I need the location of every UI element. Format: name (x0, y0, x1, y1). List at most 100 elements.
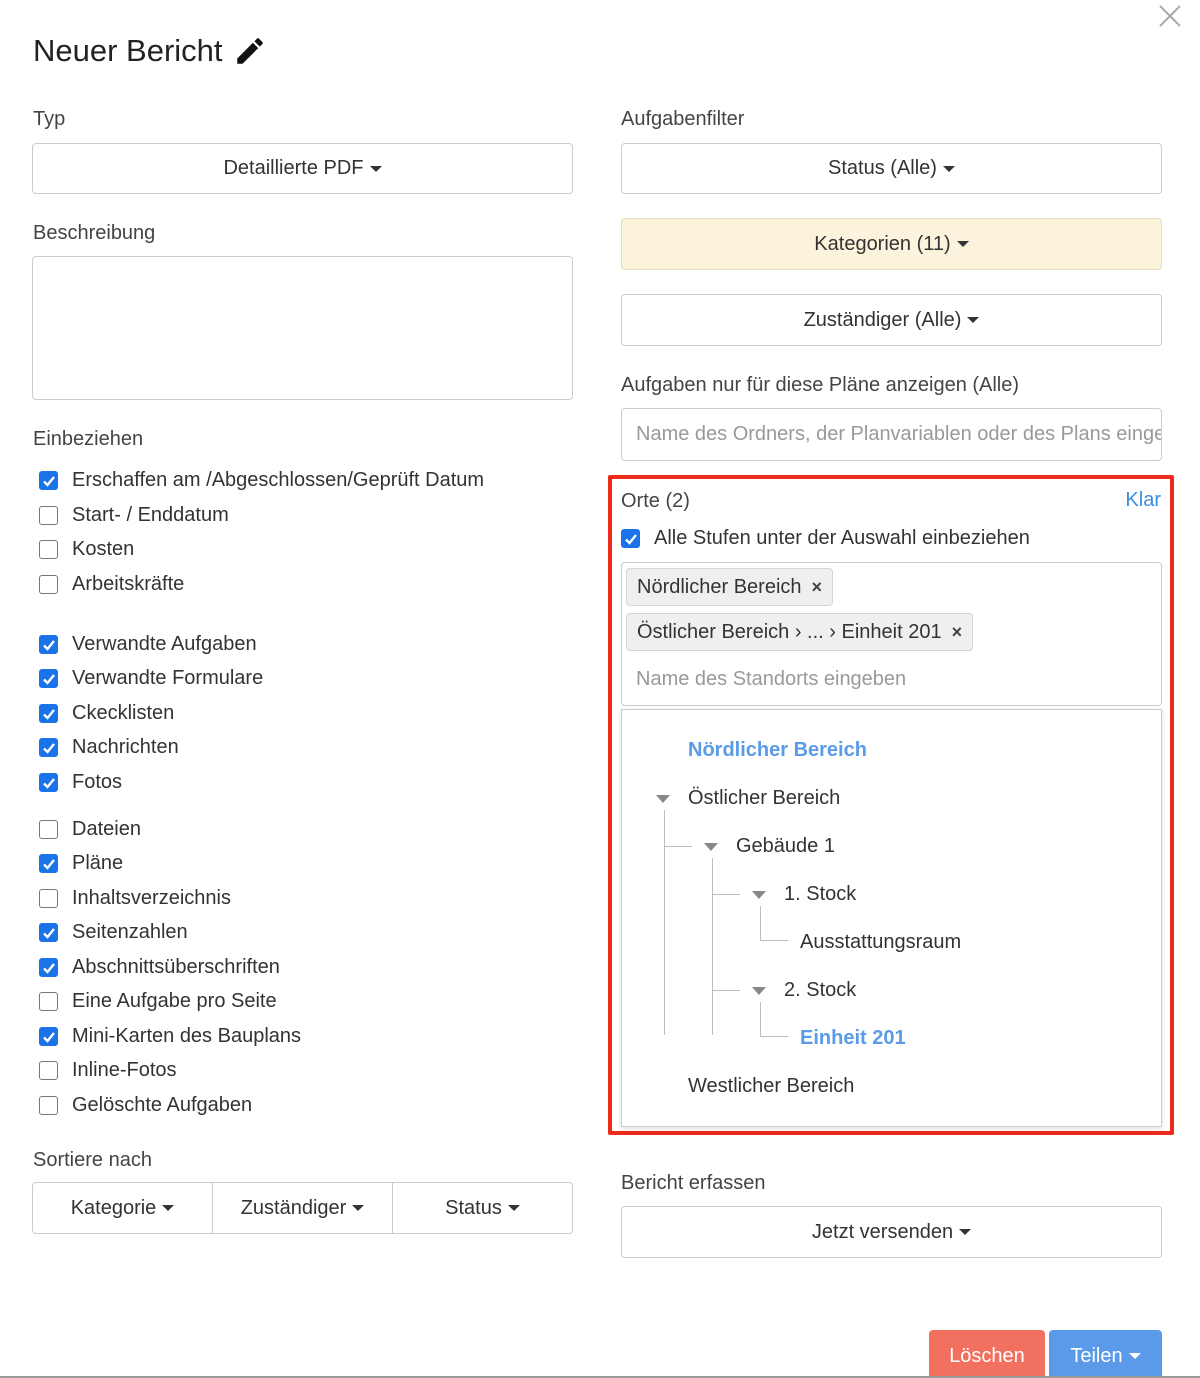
delete-button[interactable]: Löschen (929, 1330, 1045, 1378)
typ-dropdown[interactable]: Detaillierte PDF (32, 143, 573, 194)
checkbox-checked-icon[interactable] (39, 738, 58, 757)
expand-triangle-icon[interactable] (752, 987, 766, 995)
option-geloeschte-aufgaben[interactable]: Gelöschte Aufgaben (39, 1094, 252, 1117)
klar-link[interactable]: Klar (1125, 489, 1161, 512)
checkbox-unchecked-icon[interactable] (39, 506, 58, 525)
jetzt-versenden-label: Jetzt versenden (811, 1220, 954, 1243)
checkbox-checked-icon[interactable] (39, 923, 58, 942)
option-label: Eine Aufgabe pro Seite (72, 990, 277, 1012)
standort-search-placeholder[interactable]: Name des Standorts eingeben (636, 668, 906, 691)
option-erschaffen-datum[interactable]: Erschaffen am /Abgeschlossen/Geprüft Dat… (39, 469, 484, 492)
option-label: Gelöschte Aufgaben (72, 1094, 253, 1116)
checkbox-checked-icon[interactable] (39, 773, 58, 792)
option-kosten[interactable]: Kosten (39, 538, 134, 561)
remove-tag-icon[interactable]: × (812, 577, 823, 598)
option-label: Abschnittsüberschriften (72, 956, 280, 978)
sortiere-label: Sortiere nach (33, 1149, 152, 1171)
expand-triangle-icon[interactable] (704, 843, 718, 851)
sort-kategorie-button[interactable]: Kategorie (33, 1183, 213, 1233)
option-checklisten[interactable]: Ckecklisten (39, 702, 174, 725)
checkbox-checked-icon[interactable] (39, 471, 58, 490)
checkbox-checked-icon[interactable] (39, 669, 58, 688)
tree-connector (664, 810, 665, 1035)
beschreibung-label: Beschreibung (33, 222, 156, 244)
beschreibung-textarea[interactable] (32, 256, 573, 400)
caret-down-icon (507, 1205, 520, 1211)
tree-node-einheit-201[interactable]: Einheit 201 (800, 1027, 906, 1050)
option-label: Arbeitskräfte (72, 573, 185, 595)
tree-node-noerdlicher-bereich[interactable]: Nördlicher Bereich (688, 739, 867, 762)
checkbox-unchecked-icon[interactable] (39, 575, 58, 594)
plaene-search-input[interactable]: Name des Ordners, der Planvariablen oder… (621, 408, 1162, 461)
tree-connector (760, 1036, 788, 1037)
option-label: Inhaltsverzeichnis (72, 887, 231, 909)
option-eine-aufgabe-pro-seite[interactable]: Eine Aufgabe pro Seite (39, 990, 277, 1013)
share-button-label: Teilen (1070, 1344, 1123, 1367)
jetzt-versenden-button[interactable]: Jetzt versenden (621, 1206, 1162, 1258)
option-plaene[interactable]: Pläne (39, 852, 123, 875)
sort-zustaendiger-button[interactable]: Zuständiger (213, 1183, 393, 1233)
checkbox-unchecked-icon[interactable] (39, 1096, 58, 1115)
tree-node-1-stock[interactable]: 1. Stock (784, 883, 856, 906)
checkbox-checked-icon[interactable] (39, 704, 58, 723)
checkbox-unchecked-icon[interactable] (39, 992, 58, 1011)
checkbox-checked-icon[interactable] (39, 854, 58, 873)
tree-connector (760, 940, 788, 941)
sort-kategorie-label: Kategorie (70, 1196, 157, 1219)
sort-status-button[interactable]: Status (393, 1183, 572, 1233)
sort-zustaendiger-label: Zuständiger (240, 1196, 347, 1219)
option-seitenzahlen[interactable]: Seitenzahlen (39, 921, 188, 944)
option-nachrichten[interactable]: Nachrichten (39, 736, 179, 759)
typ-dropdown-label: Detaillierte PDF (223, 157, 364, 179)
tree-connector (760, 1002, 761, 1036)
checkbox-unchecked-icon[interactable] (39, 1061, 58, 1080)
option-dateien[interactable]: Dateien (39, 818, 141, 841)
option-label: Ckecklisten (72, 702, 175, 724)
tree-node-2-stock[interactable]: 2. Stock (784, 979, 856, 1002)
option-abschnittsueberschriften[interactable]: Abschnittsüberschriften (39, 956, 280, 979)
share-button[interactable]: Teilen (1049, 1330, 1162, 1378)
delete-button-label: Löschen (949, 1344, 1025, 1367)
option-inline-fotos[interactable]: Inline-Fotos (39, 1059, 177, 1082)
location-tag: Nördlicher Bereich × (626, 568, 834, 606)
dialog-title: Neuer Bericht (33, 33, 267, 69)
location-tag: Östlicher Bereich › ... › Einheit 201 × (626, 613, 974, 651)
checkbox-checked-icon[interactable] (39, 958, 58, 977)
option-mini-karten[interactable]: Mini-Karten des Bauplans (39, 1025, 301, 1048)
checkbox-unchecked-icon[interactable] (39, 889, 58, 908)
option-start-enddatum[interactable]: Start- / Enddatum (39, 504, 229, 527)
option-fotos[interactable]: Fotos (39, 771, 122, 794)
option-label: Kosten (72, 538, 135, 560)
option-label: Start- / Enddatum (72, 504, 229, 526)
expand-triangle-icon[interactable] (752, 891, 766, 899)
expand-triangle-icon[interactable] (656, 795, 670, 803)
checkbox-unchecked-icon[interactable] (39, 820, 58, 839)
kategorien-filter-button[interactable]: Kategorien (11) (621, 218, 1162, 270)
option-alle-stufen[interactable]: Alle Stufen unter der Auswahl einbeziehe… (621, 527, 1030, 550)
tree-node-ausstattungsraum[interactable]: Ausstattungsraum (800, 931, 961, 954)
bericht-erfassen-label: Bericht erfassen (621, 1172, 766, 1194)
checkbox-checked-icon[interactable] (621, 529, 640, 548)
tree-node-oestlicher-bereich[interactable]: Östlicher Bereich (688, 787, 840, 810)
status-filter-button[interactable]: Status (Alle) (621, 143, 1162, 194)
tree-connector (712, 858, 713, 1035)
location-tag-label: Östlicher Bereich › ... › Einheit 201 (637, 620, 942, 643)
tree-node-gebaeude-1[interactable]: Gebäude 1 (736, 835, 835, 858)
pencil-icon[interactable] (233, 34, 267, 68)
close-icon[interactable] (1158, 4, 1182, 28)
option-verwandte-aufgaben[interactable]: Verwandte Aufgaben (39, 633, 257, 656)
tree-connector (712, 990, 740, 991)
option-arbeitskraefte[interactable]: Arbeitskräfte (39, 573, 184, 596)
option-verwandte-formulare[interactable]: Verwandte Formulare (39, 667, 263, 690)
checkbox-unchecked-icon[interactable] (39, 540, 58, 559)
caret-down-icon (162, 1205, 175, 1211)
alle-stufen-label: Alle Stufen unter der Auswahl einbeziehe… (654, 527, 1030, 549)
option-inhaltsverzeichnis[interactable]: Inhaltsverzeichnis (39, 887, 231, 910)
remove-tag-icon[interactable]: × (952, 622, 963, 643)
kategorien-filter-label: Kategorien (11) (814, 232, 951, 255)
checkbox-checked-icon[interactable] (39, 1027, 58, 1046)
option-label: Pläne (72, 852, 124, 874)
tree-node-westlicher-bereich[interactable]: Westlicher Bereich (688, 1075, 854, 1098)
zustaendiger-filter-button[interactable]: Zuständiger (Alle) (621, 294, 1162, 346)
checkbox-checked-icon[interactable] (39, 635, 58, 654)
